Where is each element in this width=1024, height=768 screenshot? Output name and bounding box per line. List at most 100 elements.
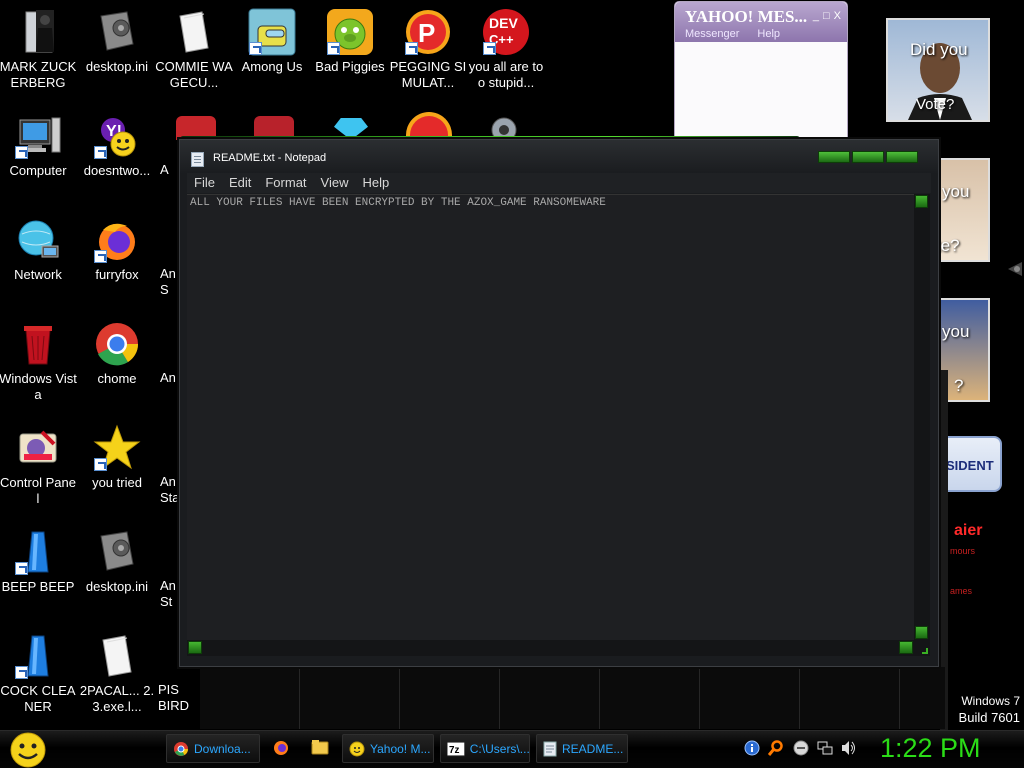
vote-photo-gadget[interactable]: Did you Vote?: [886, 18, 990, 122]
desktop-icon-furryfox[interactable]: furryfox: [78, 216, 156, 283]
notepad-titlebar[interactable]: README.txt - Notepad: [180, 140, 938, 174]
notepad-icon: [543, 741, 557, 756]
menu-file[interactable]: File: [187, 173, 222, 193]
desktop-icon-among-us[interactable]: Among Us: [233, 8, 311, 75]
scroll-up-button[interactable]: [915, 195, 928, 208]
yahoo-messenger-icon: Y!: [93, 112, 141, 160]
desktop-icon-label: desktop.ini: [85, 59, 149, 74]
blue-bottle-icon: [14, 632, 62, 680]
president-badge[interactable]: SIDENT: [940, 436, 1002, 492]
desktop-icon-doesntwork[interactable]: Y! doesntwo...: [78, 112, 156, 179]
desktop-icon-label: PEGGING SIMULAT...: [389, 59, 467, 90]
network-tray-icon[interactable]: [817, 740, 833, 756]
yahoo-titlebar[interactable]: YAHOO! MES... Messenger Help _ □ X: [675, 2, 847, 42]
desktop-gadget-grid: [200, 667, 945, 729]
start-button[interactable]: [8, 731, 48, 768]
document-file-icon: [93, 632, 141, 680]
menu-edit[interactable]: Edit: [222, 173, 258, 193]
desktop-icon-label: furryfox: [95, 267, 139, 282]
desktop-icon-control-panel[interactable]: Control Panel: [0, 424, 77, 507]
info-icon[interactable]: [744, 740, 760, 756]
scroll-right-button[interactable]: [899, 641, 913, 654]
eye-icon: [1006, 258, 1024, 280]
notepad-menubar: File Edit Format View Help: [187, 173, 931, 193]
photo-caption: you: [942, 322, 970, 341]
desktop-icon-bad-piggies[interactable]: Bad Piggies: [311, 8, 389, 75]
partial-label: PIS BIRD: [158, 682, 190, 713]
chrome-icon: [174, 741, 188, 756]
firefox-icon[interactable]: [272, 738, 290, 756]
desktop-icon-desktop-ini-2[interactable]: desktop.ini: [78, 528, 156, 595]
minimize-button[interactable]: _: [813, 10, 819, 22]
yahoo-messenger-icon: [349, 741, 365, 756]
taskbar-button-label: Downloa...: [194, 741, 251, 756]
window-controls[interactable]: [818, 151, 918, 163]
close-button[interactable]: [886, 151, 918, 163]
taskbar-button-label: C:\Users\...: [469, 741, 529, 756]
desktop-icon-label: desktop.ini: [85, 579, 149, 594]
volume-icon[interactable]: [841, 740, 857, 756]
close-button[interactable]: X: [834, 10, 841, 22]
red-gadget-title: aier: [954, 522, 983, 539]
menu-format[interactable]: Format: [258, 173, 313, 193]
yahoo-messenger-window[interactable]: YAHOO! MES... Messenger Help _ □ X: [674, 1, 848, 139]
desktop-icon-2pacal[interactable]: 2PACAL... 2.3.exe.l...: [78, 632, 156, 715]
desktop-icon-label: Network: [14, 267, 62, 282]
photo-caption: ?: [954, 376, 964, 395]
blue-bottle-icon: [14, 528, 62, 576]
notepad-window[interactable]: README.txt - Notepad File Edit Format Vi…: [179, 139, 939, 667]
red-gadget-subtitle: ames: [950, 586, 973, 596]
desktop-icon-network[interactable]: Network: [0, 216, 77, 283]
taskbar-button-explorer[interactable]: 7z C:\Users\...: [440, 734, 530, 763]
menu-view[interactable]: View: [314, 173, 356, 193]
scroll-down-button[interactable]: [915, 626, 928, 639]
yahoo-logo: YAHOO! MES...: [685, 7, 808, 26]
maximize-button[interactable]: □: [823, 10, 830, 22]
messenger-smiley-icon[interactable]: [793, 740, 809, 756]
settings-file-icon: [93, 528, 141, 576]
horizontal-scrollbar[interactable]: [187, 640, 914, 656]
vote-photo-gadget-2[interactable]: you te?: [936, 158, 990, 262]
vertical-scrollbar[interactable]: [914, 194, 930, 640]
desktop-icon-label: chome: [97, 371, 137, 386]
desktop-icon-label: Control Panel: [0, 475, 76, 506]
desktop-icon-computer[interactable]: Computer: [0, 112, 77, 179]
notepad-text-area[interactable]: ALL YOUR FILES HAVE BEEN ENCRYPTED BY TH…: [187, 194, 914, 640]
7zip-icon: 7z: [447, 741, 465, 756]
search-icon[interactable]: [767, 740, 784, 756]
desktop-icon-windows-vista[interactable]: Windows Vista: [0, 320, 77, 403]
minimize-button[interactable]: [818, 151, 850, 163]
desktop-icon-label: COCK CLEANER: [0, 683, 76, 714]
yahoo-menu-messenger[interactable]: Messenger: [685, 28, 739, 40]
svg-text:P: P: [418, 18, 435, 48]
taskbar-clock[interactable]: 1:22 PM: [880, 733, 981, 764]
red-gadget-subtitle: mours: [950, 546, 976, 556]
menu-help[interactable]: Help: [355, 173, 396, 193]
taskbar-button-downloads[interactable]: Downloa...: [166, 734, 260, 763]
taskbar-button-readme[interactable]: README...: [536, 734, 628, 763]
desktop-icon-you-tried[interactable]: you tried: [78, 424, 156, 491]
red-p-logo-icon: P: [404, 8, 452, 56]
desktop-icon-mark[interactable]: MARK ZUCKERBERG: [0, 8, 77, 91]
desktop-icon-label: you all are too stupid...: [468, 59, 544, 90]
desktop-icon-label: Windows Vista: [0, 371, 77, 402]
desktop-icon-chome[interactable]: chome: [78, 320, 156, 387]
scroll-left-button[interactable]: [188, 641, 202, 654]
desktop-icon-label: COMMIE WAGECU...: [155, 59, 233, 90]
desktop-icon-desktop-ini[interactable]: desktop.ini: [78, 8, 156, 75]
desktop-icon-pegging[interactable]: P PEGGING SIMULAT...: [389, 8, 467, 91]
taskbar-button-yahoo[interactable]: Yahoo! M...: [342, 734, 434, 763]
desktop-icon-commie[interactable]: COMMIE WAGECU...: [155, 8, 233, 91]
desktop-icon-devcpp[interactable]: DEV C++ you all are too stupid...: [467, 8, 545, 91]
desktop-icon-beep-beep[interactable]: BEEP BEEP: [0, 528, 77, 595]
partial-label: An S: [160, 266, 176, 297]
desktop-icon-label: Among Us: [241, 59, 303, 74]
yahoo-menu-help[interactable]: Help: [757, 28, 780, 40]
chrome-icon: [93, 320, 141, 368]
folder-icon[interactable]: [311, 738, 329, 756]
dev-cpp-icon: DEV C++: [482, 8, 530, 56]
desktop-icon-cock-cleaner[interactable]: COCK CLEANER: [0, 632, 77, 715]
partial-label: A: [160, 162, 169, 177]
maximize-button[interactable]: [852, 151, 884, 163]
resize-grip[interactable]: [914, 640, 930, 656]
